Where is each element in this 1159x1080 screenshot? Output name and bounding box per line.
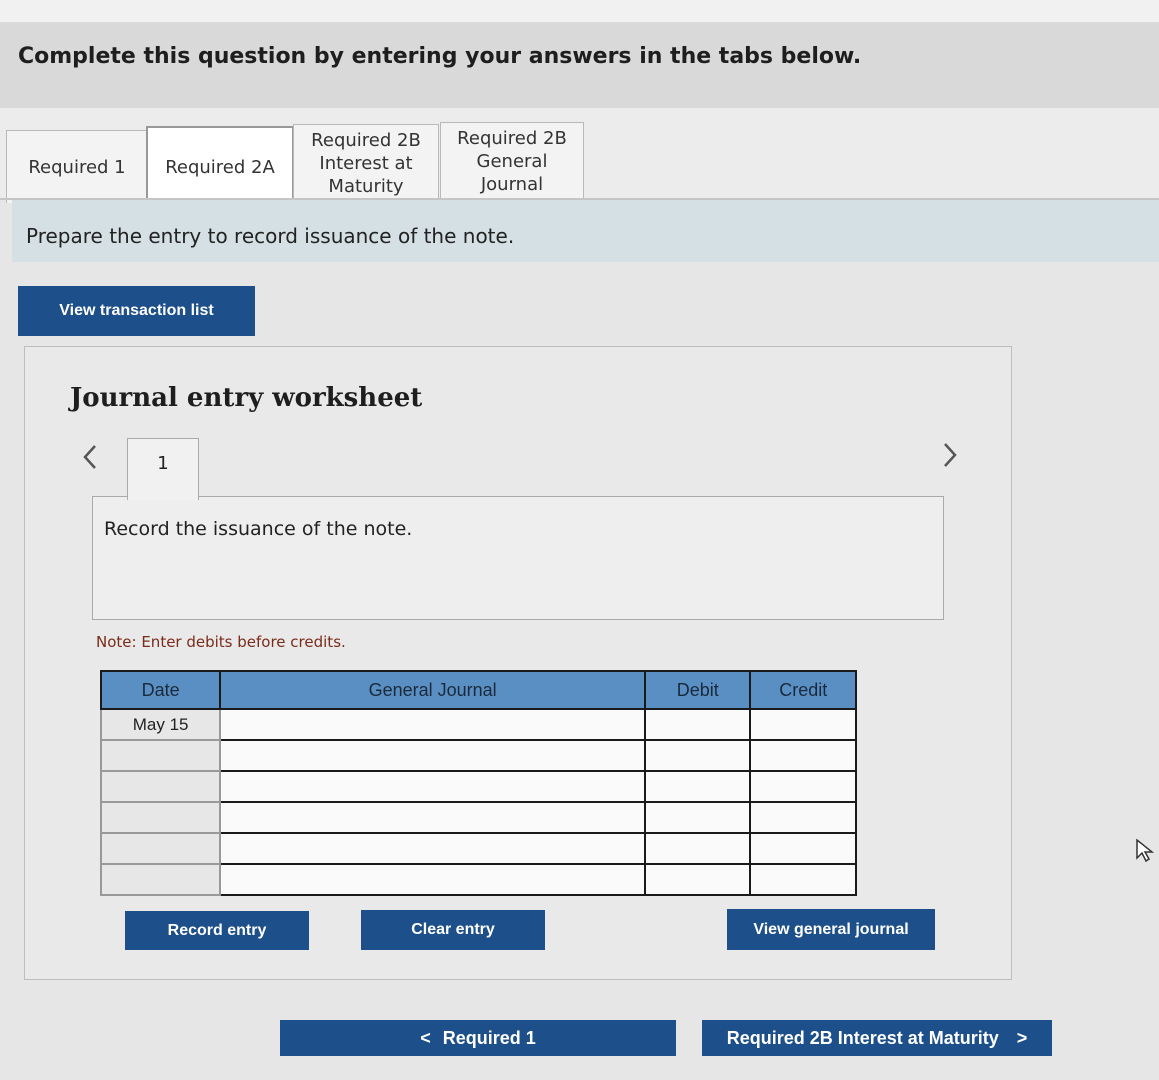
journal-header-row: Date General Journal Debit Credit	[99, 670, 857, 710]
account-field[interactable]	[219, 739, 647, 772]
top-strip	[0, 0, 1159, 22]
chevron-right-icon[interactable]	[940, 440, 960, 478]
debit-field[interactable]	[644, 801, 752, 834]
table-row	[99, 863, 857, 896]
table-row	[99, 832, 857, 865]
entry-tab-1[interactable]: 1	[127, 438, 199, 500]
entry-description: Record the issuance of the note.	[104, 518, 413, 540]
date-cell[interactable]	[99, 739, 222, 772]
next-required-2b-button[interactable]: Required 2B Interest at Maturity >	[702, 1020, 1052, 1056]
column-header-date: Date	[99, 670, 222, 710]
next-button-label: Required 2B Interest at Maturity	[726, 1027, 999, 1048]
debit-field[interactable]	[644, 770, 752, 803]
clear-entry-button[interactable]: Clear entry	[361, 910, 545, 950]
chevron-left-icon: <	[420, 1027, 431, 1048]
debit-credit-note: Note: Enter debits before credits.	[96, 633, 346, 651]
record-entry-button[interactable]: Record entry	[125, 911, 309, 950]
column-header-credit: Credit	[749, 670, 857, 710]
column-header-general-journal: General Journal	[219, 670, 647, 710]
account-field[interactable]	[219, 708, 647, 741]
credit-field[interactable]	[749, 863, 857, 896]
debit-field[interactable]	[644, 739, 752, 772]
chevron-right-icon: >	[1016, 1027, 1028, 1048]
debit-field[interactable]	[644, 863, 752, 896]
journal-table: Date General Journal Debit Credit May 15	[99, 670, 857, 896]
account-field[interactable]	[219, 863, 647, 896]
date-cell[interactable]	[99, 832, 222, 865]
account-field[interactable]	[219, 770, 647, 803]
date-cell[interactable]	[99, 801, 222, 834]
debit-field[interactable]	[644, 708, 752, 741]
account-field[interactable]	[219, 832, 647, 865]
prompt-text: Prepare the entry to record issuance of …	[26, 224, 515, 248]
credit-field[interactable]	[749, 770, 857, 803]
instruction-text: Complete this question by entering your …	[18, 44, 862, 69]
view-transaction-list-button[interactable]: View transaction list	[18, 286, 255, 336]
credit-field[interactable]	[749, 832, 857, 865]
view-general-journal-button[interactable]: View general journal	[727, 909, 935, 950]
debit-field[interactable]	[644, 832, 752, 865]
date-cell[interactable]	[99, 770, 222, 803]
chevron-left-icon[interactable]	[80, 442, 100, 480]
prev-required-1-button[interactable]: < Required 1	[280, 1020, 676, 1056]
entry-description-box	[92, 496, 944, 620]
credit-field[interactable]	[749, 801, 857, 834]
tab-required-2b-journal[interactable]: Required 2B General Journal	[440, 122, 584, 199]
worksheet-title: Journal entry worksheet	[70, 383, 423, 413]
date-cell[interactable]	[99, 863, 222, 896]
table-row	[99, 801, 857, 834]
mouse-cursor-icon	[1134, 838, 1156, 868]
tab-required-2b-interest[interactable]: Required 2B Interest at Maturity	[293, 124, 439, 201]
tab-required-1[interactable]: Required 1	[6, 130, 148, 203]
prev-button-label: Required 1	[442, 1027, 536, 1048]
account-field[interactable]	[219, 801, 647, 834]
credit-field[interactable]	[749, 739, 857, 772]
column-header-debit: Debit	[644, 670, 752, 710]
tab-required-2a[interactable]: Required 2A	[146, 126, 294, 206]
credit-field[interactable]	[749, 708, 857, 741]
table-row	[99, 739, 857, 772]
table-row	[99, 770, 857, 803]
date-cell[interactable]: May 15	[99, 708, 222, 741]
table-row: May 15	[99, 708, 857, 741]
